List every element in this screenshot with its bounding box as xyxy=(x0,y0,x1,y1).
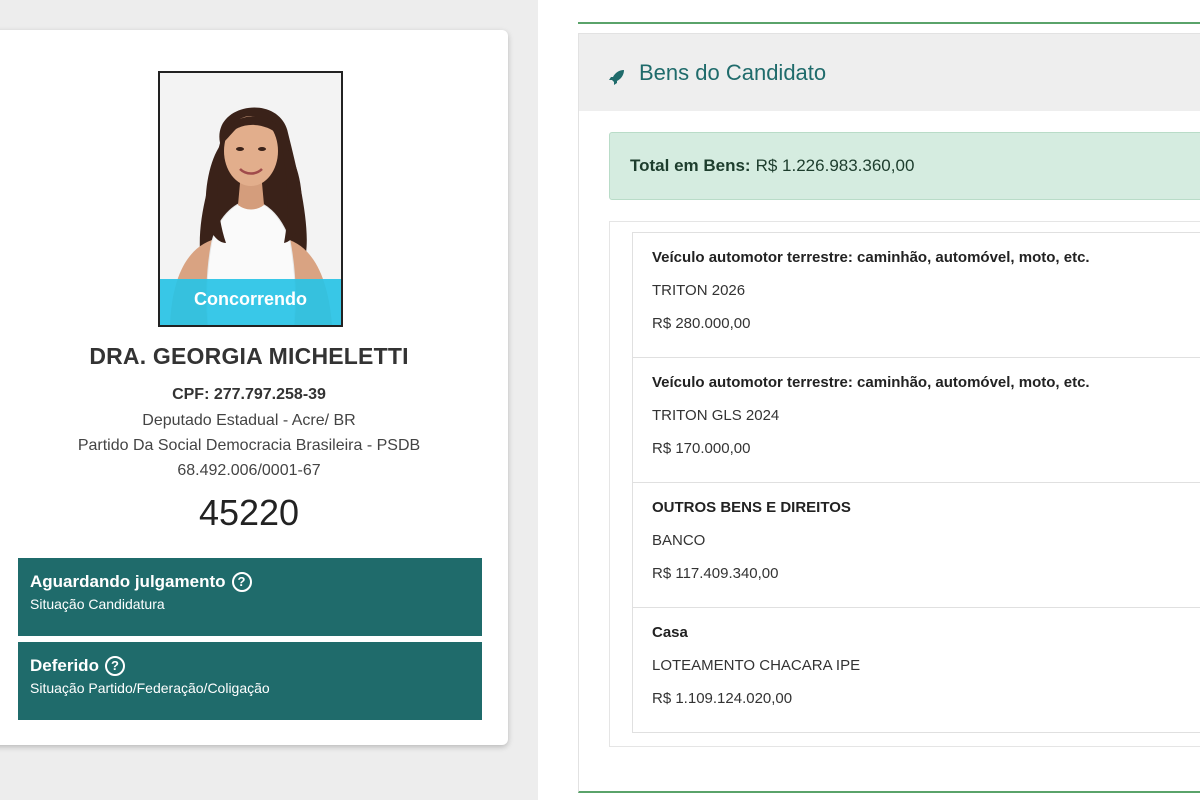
list-item: OUTROS BENS E DIREITOS BANCO R$ 117.409.… xyxy=(633,483,1200,608)
list-item: Veículo automotor terrestre: caminhão, a… xyxy=(633,233,1200,358)
list-item: Veículo automotor terrestre: caminhão, a… xyxy=(633,358,1200,483)
total-assets-box: Total em Bens: R$ 1.226.983.360,00 xyxy=(609,132,1200,200)
asset-description: LOTEAMENTO CHACARA IPE xyxy=(652,657,861,674)
asset-type: Veículo automotor terrestre: caminhão, a… xyxy=(652,249,1090,266)
asset-value: R$ 1.109.124.020,00 xyxy=(652,690,793,707)
candidacy-situation-subtitle: Situação Candidatura xyxy=(30,596,165,612)
assets-panel: Bens do Candidato Total em Bens: R$ 1.22… xyxy=(578,33,1200,793)
party-cnpj: 68.492.006/0001-67 xyxy=(177,462,321,479)
asset-description: BANCO xyxy=(652,532,706,549)
candidate-cpf: CPF: 277.797.258-39 xyxy=(172,386,326,403)
rocket-icon xyxy=(609,65,625,85)
asset-type: Veículo automotor terrestre: caminhão, a… xyxy=(652,374,1090,391)
party-situation-title: Deferido xyxy=(30,656,99,675)
candidate-photo: Concorrendo xyxy=(158,71,343,327)
candidacy-situation-title: Aguardando julgamento xyxy=(30,572,226,591)
asset-value: R$ 117.409.340,00 xyxy=(652,565,779,582)
asset-value: R$ 280.000,00 xyxy=(652,315,751,332)
assets-list: Veículo automotor terrestre: caminhão, a… xyxy=(632,232,1200,733)
party-situation-title-row: Deferido ? xyxy=(30,656,470,676)
main-content: Bens do Candidato Total em Bens: R$ 1.22… xyxy=(538,0,1200,800)
assets-panel-title: Bens do Candidato xyxy=(639,59,827,85)
party-situation-subtitle: Situação Partido/Federação/Coligação xyxy=(30,680,270,696)
list-item: Casa LOTEAMENTO CHACARA IPE R$ 1.109.124… xyxy=(633,608,1200,732)
candidacy-situation-box: Aguardando julgamento ? Situação Candida… xyxy=(18,558,482,636)
assets-panel-header[interactable]: Bens do Candidato xyxy=(579,34,1200,111)
total-assets-value: R$ 1.226.983.360,00 xyxy=(755,156,915,175)
help-circle-icon[interactable]: ? xyxy=(231,572,252,592)
candidate-number: 45220 xyxy=(198,492,300,533)
total-assets-label: Total em Bens: xyxy=(630,156,751,175)
asset-type: OUTROS BENS E DIREITOS xyxy=(652,499,851,516)
candidate-card: Concorrendo DRA. GEORGIA MICHELETTI CPF:… xyxy=(0,30,508,745)
previous-panel-edge xyxy=(578,0,1200,24)
help-circle-icon[interactable]: ? xyxy=(104,656,125,676)
candidacy-situation-title-row: Aguardando julgamento ? xyxy=(30,572,470,592)
assets-list-container: Veículo automotor terrestre: caminhão, a… xyxy=(609,221,1200,747)
asset-value: R$ 170.000,00 xyxy=(652,440,751,457)
asset-description: TRITON 2026 xyxy=(652,282,746,299)
asset-type: Casa xyxy=(652,624,688,641)
candidacy-status-badge: Concorrendo xyxy=(160,279,341,325)
candidate-name: DRA. GEORGIA MICHELETTI xyxy=(89,343,409,369)
page: Concorrendo DRA. GEORGIA MICHELETTI CPF:… xyxy=(0,0,1200,800)
candidate-office: Deputado Estadual - Acre/ BR xyxy=(142,412,356,429)
candidate-party: Partido Da Social Democracia Brasileira … xyxy=(77,437,421,454)
party-situation-box: Deferido ? Situação Partido/Federação/Co… xyxy=(18,642,482,720)
asset-description: TRITON GLS 2024 xyxy=(652,407,780,424)
